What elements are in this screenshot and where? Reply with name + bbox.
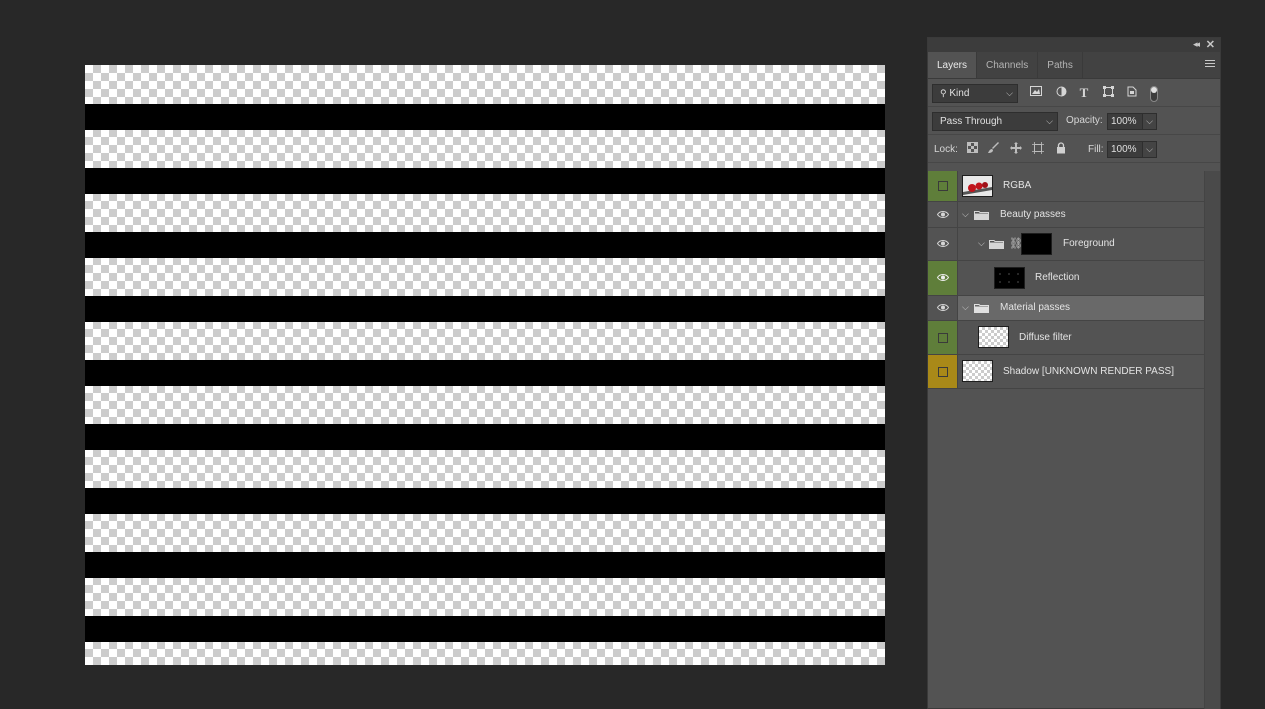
lock-artboard-icon[interactable] [1031,142,1045,156]
visibility-toggle[interactable] [928,202,958,227]
visibility-toggle[interactable] [928,261,958,295]
opacity-label: Opacity: [1066,115,1103,126]
filter-shape-icon[interactable] [1101,86,1115,100]
tab-paths[interactable]: Paths [1038,52,1083,78]
hidden-box-icon [938,332,948,343]
lock-all-icon[interactable] [1054,142,1068,156]
filter-adjustment-icon[interactable] [1054,86,1068,100]
panel-title-bar: ◂◂ ✕ [928,38,1220,52]
eye-icon [937,240,949,247]
opacity-chevron-icon[interactable]: ⌵ [1142,113,1157,130]
layer-name: Foreground [1063,238,1115,249]
search-icon: ⚲ [940,88,947,98]
canvas-stripe [85,168,885,194]
folder-icon [989,240,1004,249]
layer-thumbnail [962,175,993,197]
layer-name: RGBA [1003,180,1032,191]
lock-label: Lock: [934,144,958,155]
visibility-toggle[interactable] [928,296,958,320]
layer-list: RGBA ⌵ Beauty passes ⌵ ⛓ Foreground Refl… [928,171,1204,389]
filter-row: ⚲ Kind ⌵ T [928,79,1220,107]
layer-group-row[interactable]: ⌵ ⛓ Foreground [928,228,1204,261]
eye-icon [937,274,949,281]
filter-smart-object-icon[interactable] [1125,86,1139,100]
layer-thumbnail [994,267,1025,289]
layer-group-row[interactable]: ⌵ Material passes [928,296,1204,321]
blend-row: Pass Through ⌵ Opacity: 100% ⌵ [928,107,1220,135]
canvas-stripe [85,424,885,450]
hidden-box-icon [938,366,948,377]
layer-group-row[interactable]: ⌵ Beauty passes [928,202,1204,228]
layer-row[interactable]: Diffuse filter [928,321,1204,355]
tab-channels[interactable]: Channels [977,52,1039,78]
canvas-stripe [85,232,885,258]
filter-kind-label: Kind [949,88,970,99]
collapse-panel-icon[interactable]: ◂◂ [1193,39,1200,50]
canvas-stripe [85,488,885,514]
fill-input[interactable]: 100% [1107,141,1143,158]
canvas-stripe [85,296,885,322]
folder-icon [974,210,989,220]
visibility-toggle[interactable] [928,171,958,201]
opacity-input[interactable]: 100% [1107,113,1143,130]
layer-thumbnail [962,360,993,382]
layer-row[interactable]: RGBA [928,171,1204,202]
visibility-toggle[interactable] [928,321,958,354]
panel-tabs: Layers Channels Paths [928,52,1220,79]
layer-name: Beauty passes [1000,208,1066,220]
canvas-stripe [85,616,885,642]
filter-type-icon[interactable]: T [1077,86,1091,100]
close-icon[interactable]: ✕ [1206,38,1215,51]
layer-name: Material passes [1000,302,1071,313]
chevron-down-icon: ⌵ [1046,116,1053,126]
layers-panel: ◂◂ ✕ Layers Channels Paths ⚲ Kind ⌵ T Pa… [927,37,1221,709]
tab-layers[interactable]: Layers [928,52,978,78]
visibility-toggle[interactable] [928,355,958,388]
panel-menu-icon[interactable] [1205,60,1215,69]
layer-row[interactable]: Shadow [UNKNOWN RENDER PASS] [928,355,1204,389]
canvas-stripe [85,552,885,578]
chevron-down-icon: ⌵ [1006,88,1013,98]
layer-name: Diffuse filter [1019,331,1072,343]
lock-transparent-icon[interactable] [965,142,979,156]
filter-kind-dropdown[interactable]: ⚲ Kind ⌵ [932,84,1018,103]
document-canvas[interactable] [85,65,885,665]
lock-row: Lock: Fill: 100% ⌵ [928,135,1220,163]
lock-brush-icon[interactable] [987,142,1001,156]
filter-pixel-icon[interactable] [1029,86,1043,100]
visibility-toggle[interactable] [928,228,958,260]
chevron-down-icon[interactable]: ⌵ [962,209,969,220]
hidden-box-icon [938,181,948,191]
blend-mode-dropdown[interactable]: Pass Through ⌵ [932,112,1058,131]
layer-name: Reflection [1035,272,1080,283]
chevron-down-icon[interactable]: ⌵ [978,238,985,249]
layers-scrollbar[interactable] [1204,171,1220,709]
layer-mask-thumbnail[interactable] [1021,233,1052,255]
folder-icon [974,304,989,313]
layer-name: Shadow [UNKNOWN RENDER PASS] [1003,365,1174,377]
filter-toggle-icon[interactable] [1147,86,1161,102]
layer-row[interactable]: Reflection [928,261,1204,296]
eye-icon [937,210,949,218]
chevron-down-icon[interactable]: ⌵ [962,302,969,313]
blend-mode-label: Pass Through [940,116,1003,127]
canvas-stripe [85,104,885,130]
eye-icon [937,304,949,311]
layer-thumbnail [978,326,1009,348]
fill-label: Fill: [1088,144,1104,155]
fill-chevron-icon[interactable]: ⌵ [1142,141,1157,158]
lock-move-icon[interactable] [1009,142,1023,156]
canvas-stripe [85,360,885,386]
